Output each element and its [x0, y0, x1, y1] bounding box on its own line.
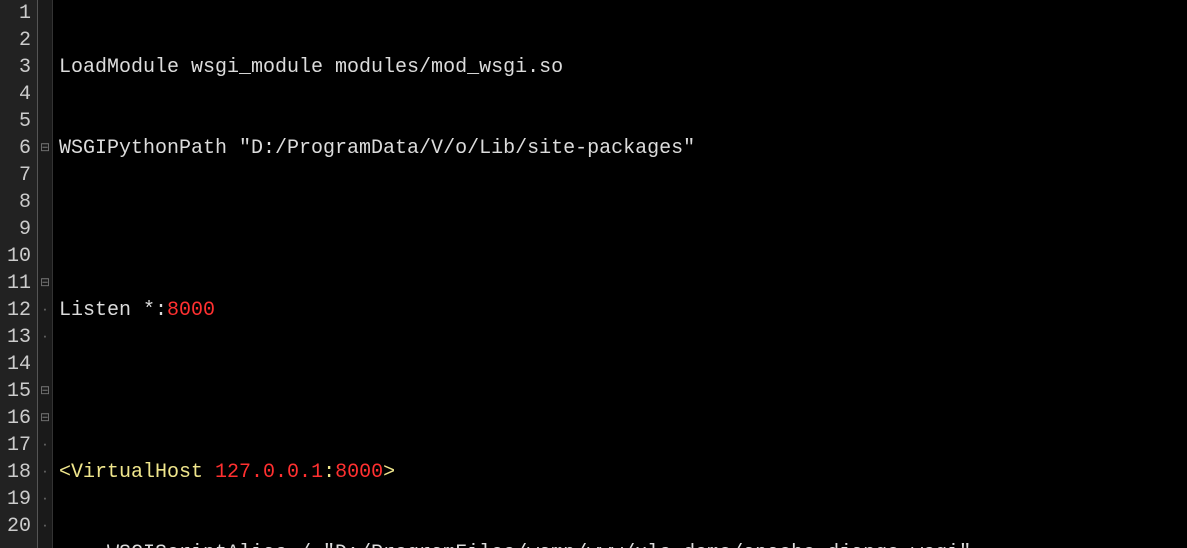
code-number: 8000	[167, 299, 215, 322]
line-number: 1	[4, 0, 31, 27]
code-line	[59, 216, 983, 243]
code-line: LoadModule wsgi_module modules/mod_wsgi.…	[59, 54, 983, 81]
line-number: 4	[4, 81, 31, 108]
code-line	[59, 378, 983, 405]
fold-marker[interactable]: ·	[38, 459, 52, 486]
line-number: 2	[4, 27, 31, 54]
code-text: WSGIScriptAlias / "D:/ProgramFiles/wamp/…	[59, 542, 971, 548]
fold-gutter: ⊟ ⊟ · · ⊟ ⊟ · · · ·	[38, 0, 53, 548]
fold-marker[interactable]	[38, 351, 52, 378]
line-number: 7	[4, 162, 31, 189]
line-number: 13	[4, 324, 31, 351]
code-number: 127.0.0.1	[215, 461, 323, 484]
line-number-gutter: 1 2 3 4 5 6 7 8 9 10 11 12 13 14 15 16 1…	[0, 0, 38, 548]
fold-marker[interactable]	[38, 0, 52, 27]
fold-marker[interactable]: ·	[38, 486, 52, 513]
code-line: WSGIPythonPath "D:/ProgramData/V/o/Lib/s…	[59, 135, 983, 162]
fold-marker[interactable]: ⊟	[38, 135, 52, 162]
line-number: 9	[4, 216, 31, 243]
code-line: Listen *:8000	[59, 297, 983, 324]
line-number: 18	[4, 459, 31, 486]
fold-marker[interactable]: ⊟	[38, 270, 52, 297]
fold-marker[interactable]	[38, 81, 52, 108]
fold-marker[interactable]: ·	[38, 432, 52, 459]
line-number: 12	[4, 297, 31, 324]
fold-marker[interactable]: ⊟	[38, 405, 52, 432]
line-number: 16	[4, 405, 31, 432]
fold-marker[interactable]: ·	[38, 324, 52, 351]
tag-name: VirtualHost	[71, 461, 215, 484]
code-line: <VirtualHost 127.0.0.1:8000>	[59, 459, 983, 486]
fold-marker[interactable]	[38, 216, 52, 243]
line-number: 15	[4, 378, 31, 405]
line-number: 8	[4, 189, 31, 216]
angle-open: <	[59, 461, 71, 484]
fold-marker[interactable]: ·	[38, 297, 52, 324]
fold-marker[interactable]	[38, 189, 52, 216]
code-text: LoadModule wsgi_module modules/mod_wsgi.…	[59, 56, 563, 79]
fold-marker[interactable]	[38, 162, 52, 189]
line-number: 17	[4, 432, 31, 459]
fold-marker[interactable]: ⊟	[38, 378, 52, 405]
line-number: 5	[4, 108, 31, 135]
code-text: Listen *:	[59, 299, 167, 322]
line-number: 19	[4, 486, 31, 513]
code-line: WSGIScriptAlias / "D:/ProgramFiles/wamp/…	[59, 540, 983, 548]
line-number: 3	[4, 54, 31, 81]
line-number: 6	[4, 135, 31, 162]
angle-close: >	[383, 461, 395, 484]
code-area[interactable]: LoadModule wsgi_module modules/mod_wsgi.…	[53, 0, 983, 548]
fold-marker[interactable]	[38, 243, 52, 270]
fold-marker[interactable]: ·	[38, 513, 52, 540]
line-number: 20	[4, 513, 31, 540]
fold-marker[interactable]	[38, 27, 52, 54]
code-editor: 1 2 3 4 5 6 7 8 9 10 11 12 13 14 15 16 1…	[0, 0, 1187, 548]
fold-marker[interactable]	[38, 108, 52, 135]
fold-marker[interactable]	[38, 54, 52, 81]
line-number: 11	[4, 270, 31, 297]
code-number: 8000	[335, 461, 383, 484]
line-number: 10	[4, 243, 31, 270]
colon: :	[323, 461, 335, 484]
code-text: WSGIPythonPath "D:/ProgramData/V/o/Lib/s…	[59, 137, 695, 160]
line-number: 14	[4, 351, 31, 378]
